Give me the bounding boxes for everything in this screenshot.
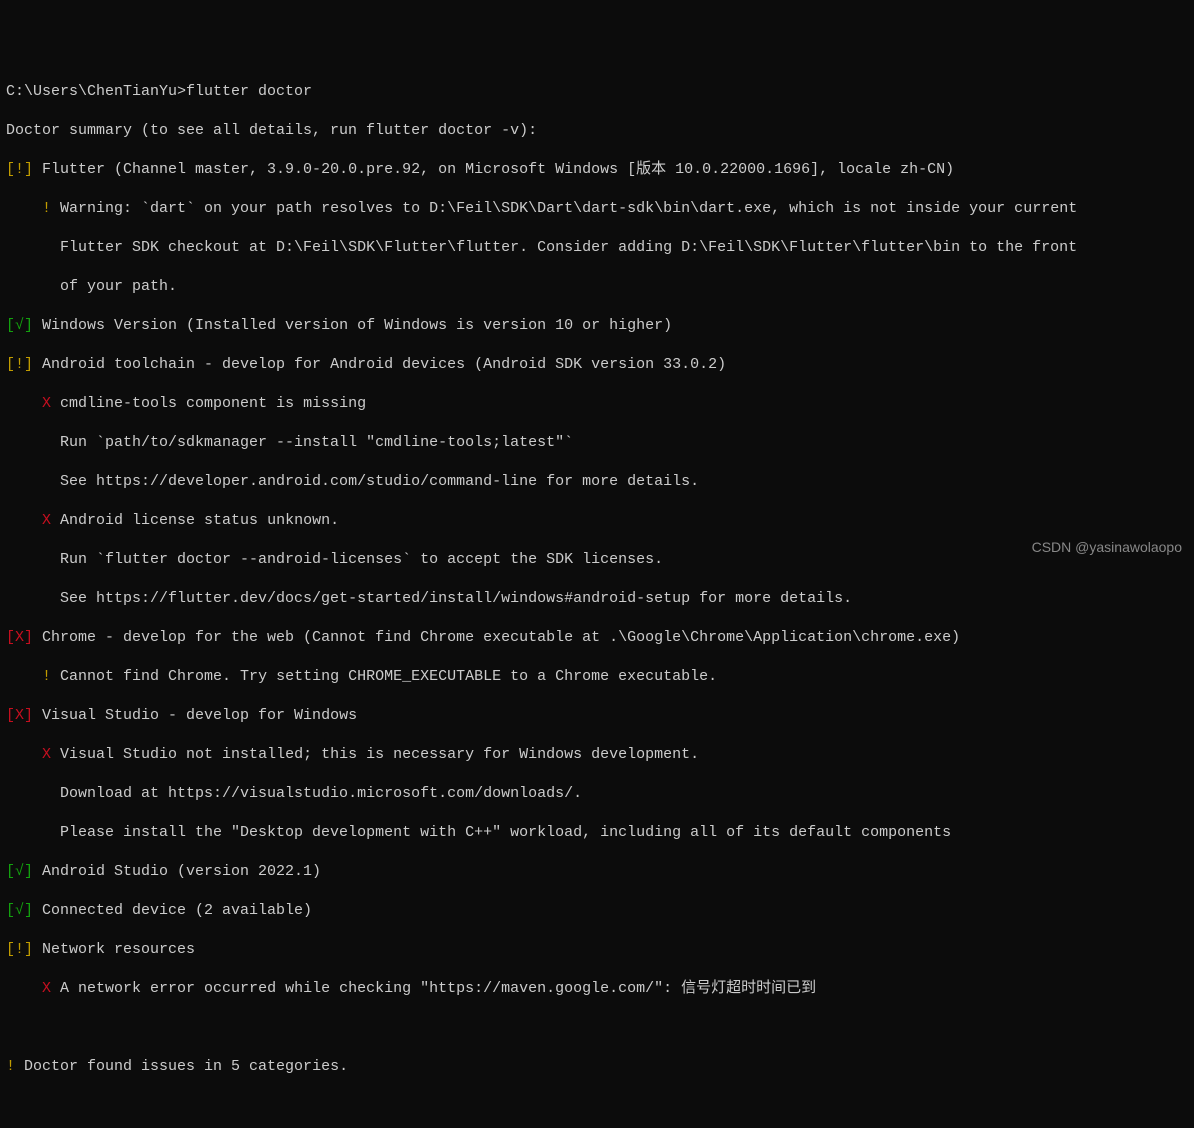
warn-bang-icon: !: [6, 200, 60, 217]
blank-line: [6, 1018, 1188, 1038]
status-error-icon: [X]: [6, 707, 33, 724]
x-icon: X: [6, 395, 60, 412]
android-x1-line2: Run `path/to/sdkmanager --install "cmdli…: [6, 433, 1188, 453]
android-toolchain-text: Android toolchain - develop for Android …: [33, 356, 726, 373]
vs-text: Visual Studio - develop for Windows: [33, 707, 357, 724]
network-text: Network resources: [33, 941, 195, 958]
summary-line: Doctor summary (to see all details, run …: [6, 121, 1188, 141]
chrome-warn-line: ! Cannot find Chrome. Try setting CHROME…: [6, 667, 1188, 687]
network-x-line: X A network error occurred while checkin…: [6, 979, 1188, 999]
flutter-warn-cont1: Flutter SDK checkout at D:\Feil\SDK\Flut…: [6, 238, 1188, 258]
chrome-text: Chrome - develop for the web (Cannot fin…: [33, 629, 960, 646]
network-line: [!] Network resources: [6, 940, 1188, 960]
status-warn-icon: [!]: [6, 356, 33, 373]
footer-line: ! Doctor found issues in 5 categories.: [6, 1057, 1188, 1077]
x-icon: X: [6, 512, 60, 529]
command: flutter doctor: [186, 83, 312, 100]
flutter-warn-cont2: of your path.: [6, 277, 1188, 297]
prompt: C:\Users\ChenTianYu>: [6, 83, 186, 100]
flutter-warn-text: Warning: `dart` on your path resolves to…: [60, 200, 1077, 217]
android-x1-line: X cmdline-tools component is missing: [6, 394, 1188, 414]
x-icon: X: [6, 980, 60, 997]
windows-line: [√] Windows Version (Installed version o…: [6, 316, 1188, 336]
android-studio-text: Android Studio (version 2022.1): [33, 863, 321, 880]
chrome-warn-text: Cannot find Chrome. Try setting CHROME_E…: [60, 668, 717, 685]
x-icon: X: [6, 746, 60, 763]
footer-text: Doctor found issues in 5 categories.: [24, 1058, 348, 1075]
network-x-text: A network error occurred while checking …: [60, 980, 816, 997]
flutter-text: Flutter (Channel master, 3.9.0-20.0.pre.…: [33, 161, 954, 178]
status-error-icon: [X]: [6, 629, 33, 646]
status-warn-icon: [!]: [6, 161, 33, 178]
status-ok-icon: [√]: [6, 317, 33, 334]
android-studio-line: [√] Android Studio (version 2022.1): [6, 862, 1188, 882]
android-x2-line2: Run `flutter doctor --android-licenses` …: [6, 550, 1188, 570]
status-ok-icon: [√]: [6, 863, 33, 880]
vs-line3: Please install the "Desktop development …: [6, 823, 1188, 843]
status-warn-icon: [!]: [6, 941, 33, 958]
vs-line: [X] Visual Studio - develop for Windows: [6, 706, 1188, 726]
android-x2-line3: See https://flutter.dev/docs/get-started…: [6, 589, 1188, 609]
connected-line: [√] Connected device (2 available): [6, 901, 1188, 921]
status-ok-icon: [√]: [6, 902, 33, 919]
chrome-line: [X] Chrome - develop for the web (Cannot…: [6, 628, 1188, 648]
android-x1-text: cmdline-tools component is missing: [60, 395, 366, 412]
android-x2-text: Android license status unknown.: [60, 512, 339, 529]
watermark: CSDN @yasinawolaopo: [1032, 538, 1182, 556]
vs-x-text: Visual Studio not installed; this is nec…: [60, 746, 699, 763]
flutter-warn-line: ! Warning: `dart` on your path resolves …: [6, 199, 1188, 219]
flutter-line: [!] Flutter (Channel master, 3.9.0-20.0.…: [6, 160, 1188, 180]
warn-bang-icon: !: [6, 668, 60, 685]
vs-line2: Download at https://visualstudio.microso…: [6, 784, 1188, 804]
android-x1-line3: See https://developer.android.com/studio…: [6, 472, 1188, 492]
windows-text: Windows Version (Installed version of Wi…: [33, 317, 672, 334]
prompt-line: C:\Users\ChenTianYu>flutter doctor: [6, 82, 1188, 102]
vs-x-line: X Visual Studio not installed; this is n…: [6, 745, 1188, 765]
android-x2-line: X Android license status unknown.: [6, 511, 1188, 531]
android-toolchain-line: [!] Android toolchain - develop for Andr…: [6, 355, 1188, 375]
connected-text: Connected device (2 available): [33, 902, 312, 919]
warn-bang-icon: !: [6, 1058, 24, 1075]
